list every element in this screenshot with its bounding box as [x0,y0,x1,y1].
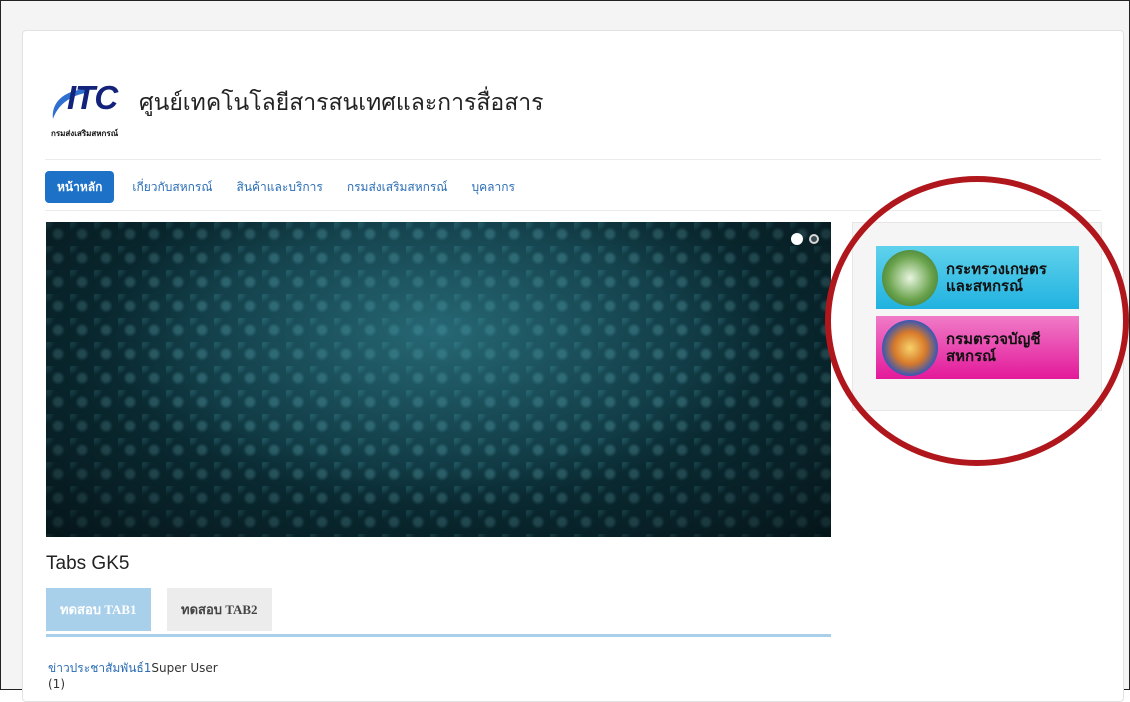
header-divider [45,159,1101,160]
site-logo[interactable]: ITC ศูนย์เทคโนโลยีสารสนเทศและการสื่อสาร … [49,77,544,147]
news-author: Super User [151,661,218,675]
news-item[interactable]: ข่าวประชาสัมพันธ์1Super User [48,659,218,678]
banner-line-2: สหกรณ์ [946,346,997,365]
banner-line-1: กระทรวงเกษตร [946,259,1047,278]
ministry-seal-icon [882,249,938,306]
slider-image [46,222,831,537]
sidebar-panel: กระทรวงเกษตร และสหกรณ์ กรมตรวจบัญชี สหกร… [852,222,1102,411]
nav-item-home[interactable]: หน้าหลัก [45,171,115,203]
news-link[interactable]: ข่าวประชาสัมพันธ์1 [48,661,151,675]
tabs-module-title: Tabs GK5 [46,553,130,574]
image-slider[interactable] [46,222,831,537]
banner-label: กรมตรวจบัญชี สหกรณ์ [946,329,1041,365]
tabs-bar: ทดสอบ TAB1 ทดสอบ TAB2 [46,588,831,637]
banner-line-2: และสหกรณ์ [946,276,1024,295]
banner-label: กระทรวงเกษตร และสหกรณ์ [946,259,1047,295]
banner-cooperative-auditing[interactable]: กรมตรวจบัญชี สหกรณ์ [876,316,1079,379]
slider-pagination [791,233,819,245]
slider-dot-2[interactable] [809,234,819,244]
nav-item-products[interactable]: สินค้าและบริการ [227,171,333,203]
slider-dot-1[interactable] [791,233,803,245]
banner-ministry-agriculture[interactable]: กระทรวงเกษตร และสหกรณ์ [876,246,1079,309]
logo-mark: ITC [67,79,118,116]
nav-item-about[interactable]: เกี่ยวกับสหกรณ์ [122,171,222,203]
tab-test-1[interactable]: ทดสอบ TAB1 [46,588,151,631]
main-nav: หน้าหลัก เกี่ยวกับสหกรณ์ สินค้าและบริการ… [45,171,529,203]
site-subtitle: กรมส่งเสริมสหกรณ์ [51,129,119,138]
news-count: (1) [48,677,65,691]
tab-test-2[interactable]: ทดสอบ TAB2 [167,588,272,631]
page-container: ITC ศูนย์เทคโนโลยีสารสนเทศและการสื่อสาร … [22,30,1124,702]
banner-line-1: กรมตรวจบัญชี [946,329,1041,348]
department-seal-icon [882,319,938,376]
nav-item-staff[interactable]: บุคลากร [462,171,525,203]
nav-divider [45,210,1101,211]
site-title: ศูนย์เทคโนโลยีสารสนเทศและการสื่อสาร [139,90,544,116]
nav-item-department[interactable]: กรมส่งเสริมสหกรณ์ [337,171,458,203]
